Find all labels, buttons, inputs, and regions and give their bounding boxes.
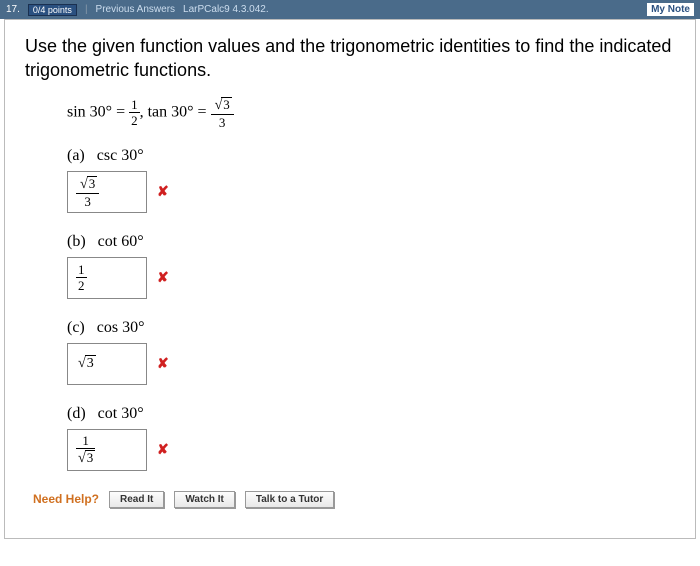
part-b-answer-input[interactable]: 12 <box>67 257 147 299</box>
wrong-icon: ✘ <box>157 269 169 286</box>
sin-fraction: 12 <box>129 98 140 127</box>
given-sep: , <box>140 103 148 120</box>
wrong-icon: ✘ <box>157 355 169 372</box>
tan-fraction: 33 <box>211 97 234 129</box>
part-b: (b) cot 60° 12 ✘ <box>67 233 675 299</box>
question-body: Use the given function values and the tr… <box>4 19 696 539</box>
wrong-icon: ✘ <box>157 183 169 200</box>
watch-it-button[interactable]: Watch It <box>174 491 235 508</box>
reference-code: LarPCalc9 4.3.042. <box>183 4 269 15</box>
part-a-answer-input[interactable]: 33 <box>67 171 147 213</box>
tan-label: tan 30° = <box>148 103 211 120</box>
question-prompt: Use the given function values and the tr… <box>25 34 675 83</box>
part-c-answer-input[interactable]: 3 <box>67 343 147 385</box>
part-c-label: (c) cos 30° <box>67 319 145 336</box>
part-b-label: (b) cot 60° <box>67 233 144 250</box>
question-header: 17. 0/4 points | Previous Answers LarPCa… <box>0 0 700 19</box>
separator: | <box>85 4 88 15</box>
points-badge: 0/4 points <box>28 4 77 16</box>
header-left: 17. 0/4 points | Previous Answers LarPCa… <box>6 4 269 16</box>
my-notes-link[interactable]: My Note <box>647 3 694 16</box>
talk-to-tutor-button[interactable]: Talk to a Tutor <box>245 491 334 508</box>
part-d-label: (d) cot 30° <box>67 405 144 422</box>
sin-label: sin 30° = <box>67 103 129 120</box>
part-a-label: (a) csc 30° <box>67 147 144 164</box>
read-it-button[interactable]: Read It <box>109 491 164 508</box>
part-d: (d) cot 30° 13 ✘ <box>67 405 675 471</box>
part-c: (c) cos 30° 3 ✘ <box>67 319 675 385</box>
previous-answers-link[interactable]: Previous Answers <box>96 4 175 15</box>
given-values: sin 30° = 12, tan 30° = 33 <box>67 97 675 129</box>
need-help-label: Need Help? <box>33 492 99 506</box>
question-number: 17. <box>6 4 20 15</box>
part-d-answer-input[interactable]: 13 <box>67 429 147 471</box>
need-help-row: Need Help? Read It Watch It Talk to a Tu… <box>33 491 675 508</box>
wrong-icon: ✘ <box>157 441 169 458</box>
part-a: (a) csc 30° 33 ✘ <box>67 147 675 213</box>
